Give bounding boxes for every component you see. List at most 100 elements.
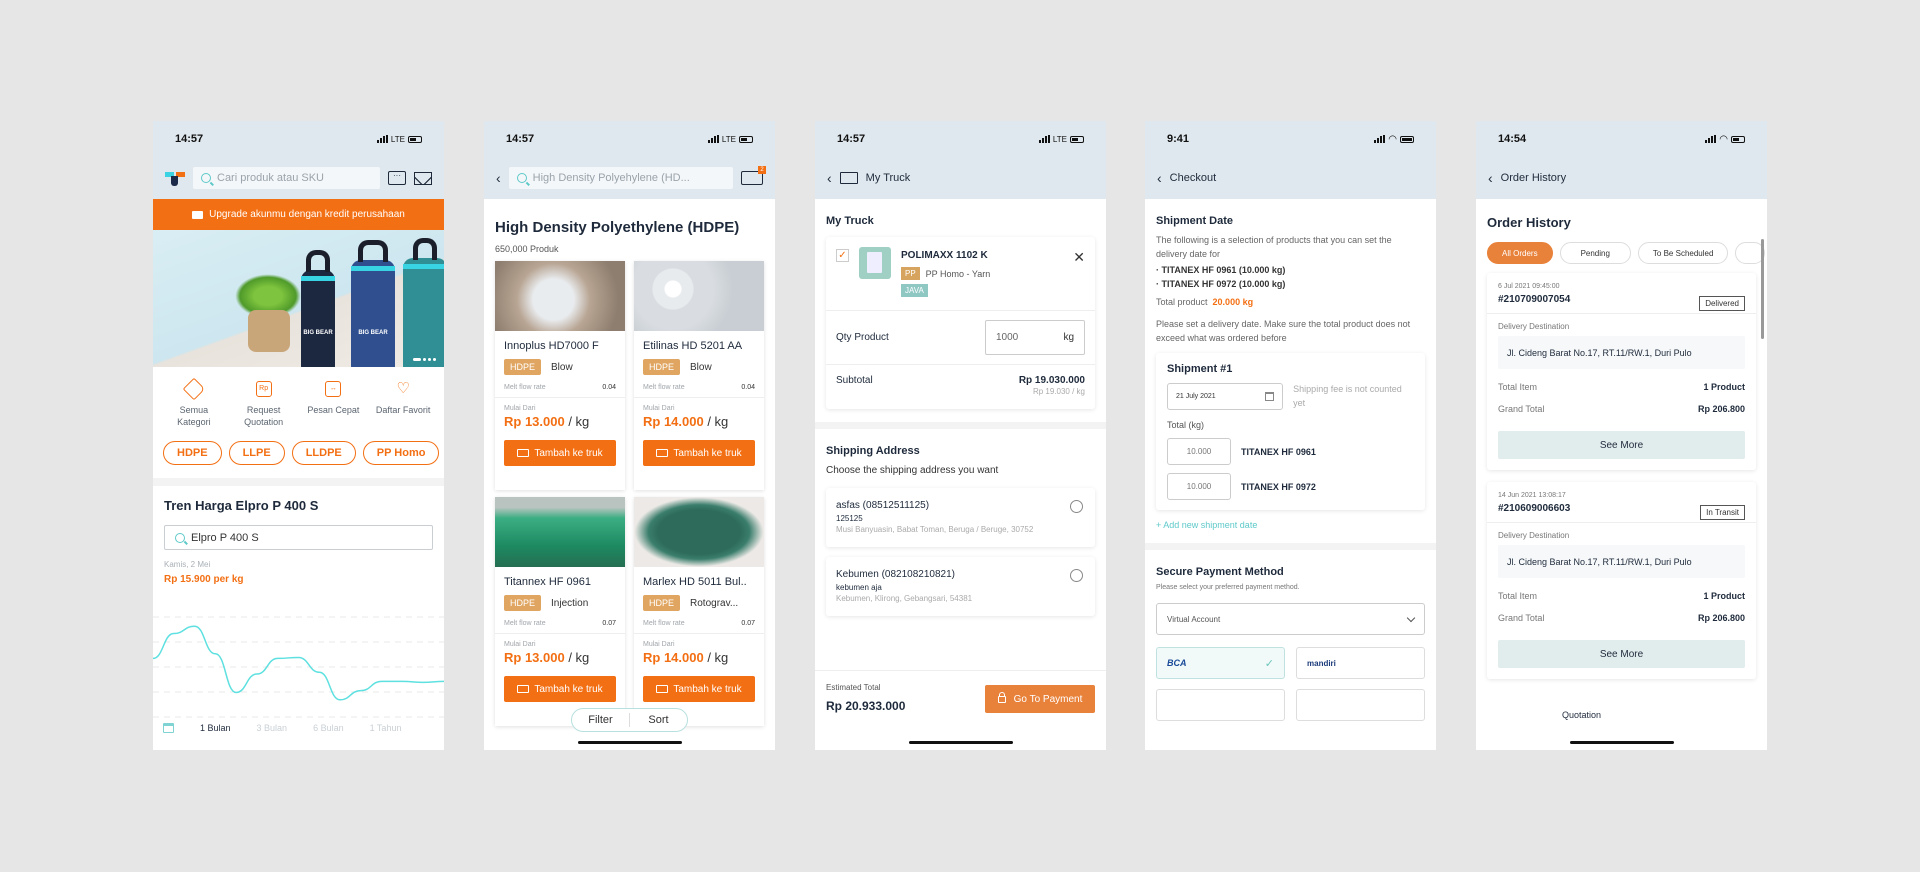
product-name: Innoplus HD7000 F	[504, 340, 599, 352]
lock-icon	[997, 691, 1006, 703]
mail-icon[interactable]	[414, 171, 432, 185]
phone-home-screen: 14:57 LTE Cari produk atau SKU ··· Upgra…	[153, 121, 444, 750]
back-icon[interactable]: ‹	[827, 170, 832, 186]
add-to-truck-button[interactable]: Tambah ke truk	[643, 676, 755, 702]
page-title: Order History	[1487, 215, 1571, 230]
add-to-truck-button[interactable]: Tambah ke truk	[504, 440, 616, 466]
product-card[interactable]: Titannex HF 0961 HDPE Injection Melt flow…	[495, 497, 625, 726]
search-icon	[201, 173, 211, 183]
heart-icon: ♡	[396, 380, 410, 397]
shipment-date-input[interactable]: 21 July 2021	[1167, 382, 1284, 410]
range-3-bulan[interactable]: 3 Bulan	[257, 723, 288, 733]
tab-pending[interactable]: Pending	[1559, 242, 1631, 264]
back-icon[interactable]: ‹	[1157, 170, 1162, 186]
phone-checkout-screen: 9:41 ◠ ‹ Checkout Shipment Date The foll…	[1145, 121, 1436, 750]
range-6-bulan[interactable]: 6 Bulan	[313, 723, 344, 733]
bank-option-bca[interactable]: BCA ✓	[1156, 647, 1285, 679]
checkout-footer: Estimated Total Rp 20.933.000 Go To Paym…	[815, 670, 1106, 750]
status-time: 14:57	[175, 133, 204, 145]
region-badge: JAVA	[901, 284, 928, 297]
banner-pot-image	[248, 310, 290, 352]
nav-title: Checkout	[1169, 172, 1217, 184]
quick-menu-request-quotation[interactable]: Rp Request Quotation	[234, 381, 294, 428]
add-to-truck-button[interactable]: Tambah ke truk	[643, 440, 755, 466]
status-bar: 9:41 ◠	[1145, 121, 1436, 157]
bottom-tab-quotation[interactable]: Quotation	[1558, 710, 1606, 720]
promo-banner[interactable]: BIG BEAR BIG BEAR	[153, 230, 444, 367]
status-badge: In Transit	[1700, 505, 1745, 520]
address-option[interactable]: Kebumen (082108210821) kebumen aja Kebum…	[826, 557, 1095, 616]
address-option[interactable]: asfas (08512511125) 125125 Musi Banyuasi…	[826, 488, 1095, 547]
product-name: Titannex HF 0961	[504, 576, 592, 588]
banner-bottle-image: BIG BEAR	[301, 250, 335, 367]
trend-title: Tren Harga Elpro P 400 S	[164, 498, 319, 513]
back-icon[interactable]: ‹	[1488, 170, 1493, 186]
add-shipment-date-link[interactable]: + Add new shipment date	[1145, 510, 1436, 530]
tab-to-be-scheduled[interactable]: To Be Scheduled	[1637, 242, 1729, 264]
type-badge: HDPE	[504, 359, 542, 375]
product-image	[634, 261, 764, 331]
truck-cart-icon[interactable]: 2	[741, 166, 766, 185]
remove-item-icon[interactable]: ✕	[1073, 249, 1085, 266]
address-radio[interactable]	[1070, 500, 1083, 513]
range-1-bulan[interactable]: 1 Bulan	[200, 723, 231, 733]
truck-header: ‹ My Truck	[815, 157, 1106, 199]
sort-button[interactable]: Sort	[630, 714, 687, 726]
quotation-icon: Rp	[255, 381, 272, 397]
tab-all-orders[interactable]: All Orders	[1487, 242, 1553, 264]
home-indicator	[577, 741, 682, 744]
quick-menu-daftar-favorit[interactable]: ♡ Daftar Favorit	[373, 381, 433, 428]
product-card[interactable]: Marlex HD 5011 Bul.. HDPE Rotograv... Mel…	[634, 497, 764, 726]
category-search-input[interactable]: High Density Polyehylene (HD...	[508, 167, 733, 189]
range-1-tahun[interactable]: 1 Tahun	[370, 723, 402, 733]
phone-category-screen: 14:57 LTE ‹ High Density Polyehylene (HD…	[484, 121, 775, 750]
chat-icon[interactable]: ···	[388, 171, 406, 185]
product-card[interactable]: Innoplus HD7000 F HDPE Blow Melt flow rat…	[495, 261, 625, 490]
qty-input[interactable]: 1000 kg	[985, 320, 1085, 355]
quick-menu-semua-kategori[interactable]: Semua Kategori	[164, 377, 224, 428]
kg-input[interactable]: 10.000	[1167, 438, 1231, 465]
filter-button[interactable]: Filter	[572, 714, 629, 726]
chip-pp-homo[interactable]: PP Homo	[362, 441, 440, 465]
add-to-truck-button[interactable]: Tambah ke truk	[504, 676, 616, 702]
order-card: 6 Jul 2021 09:45:00 #210709007054 Delive…	[1487, 273, 1756, 470]
shipping-subtitle: Choose the shipping address you want	[826, 465, 999, 476]
address-radio[interactable]	[1070, 569, 1083, 582]
see-more-button[interactable]: See More	[1498, 640, 1745, 668]
payment-method-select[interactable]: Virtual Account	[1156, 603, 1425, 635]
see-more-button[interactable]: See More	[1498, 431, 1745, 459]
shipping-fee-note: Shipping fee is not counted yet	[1293, 384, 1402, 408]
qty-label: Qty Product	[836, 332, 889, 343]
chip-lldpe[interactable]: LLDPE	[291, 441, 356, 465]
calendar-icon[interactable]	[163, 723, 174, 733]
go-to-payment-button[interactable]: Go To Payment	[985, 685, 1095, 713]
product-name: Marlex HD 5011 Bul..	[643, 576, 747, 588]
chip-hdpe[interactable]: HDPE	[163, 441, 222, 465]
chip-llpe[interactable]: LLPE	[228, 441, 285, 465]
product-card[interactable]: Etilinas HD 5201 AA HDPE Blow Melt flow r…	[634, 261, 764, 490]
bank-option[interactable]	[1296, 689, 1425, 721]
section-divider	[815, 422, 1106, 429]
quick-menu-pesan-cepat[interactable]: ↔ Pesan Cepat	[303, 381, 363, 428]
item-checkbox[interactable]: ✓	[836, 249, 849, 262]
product-bullet: · TITANEX HF 0972 (10.000 kg)	[1156, 279, 1286, 289]
back-icon[interactable]: ‹	[496, 170, 501, 186]
order-tabs: All Orders Pending To Be Scheduled	[1476, 230, 1767, 264]
trend-line	[153, 625, 444, 701]
bank-option[interactable]	[1156, 689, 1285, 721]
product-search-input[interactable]: Cari produk atau SKU	[193, 167, 380, 189]
bank-option-mandiri[interactable]: mandiri	[1296, 647, 1425, 679]
delivery-address: Jl. Cideng Barat No.17, RT.11/RW.1, Duri…	[1498, 545, 1745, 578]
product-name: Etilinas HD 5201 AA	[643, 340, 743, 352]
signal-indicator: ◠	[1705, 134, 1745, 145]
subtotal-label: Subtotal	[836, 375, 873, 386]
scrollbar[interactable]	[1761, 239, 1764, 339]
carousel-dots[interactable]	[413, 358, 436, 361]
range-selector: 1 Bulan 3 Bulan 6 Bulan 1 Tahun	[163, 723, 401, 733]
product-price: Rp 13.000 / kg	[504, 650, 590, 665]
shipping-title: Shipping Address	[826, 445, 920, 457]
phone-my-truck-screen: 14:57 LTE ‹ My Truck My Truck ✓ POLIMAXX…	[815, 121, 1106, 750]
trend-search-input[interactable]: Elpro P 400 S	[164, 525, 433, 550]
upgrade-banner[interactable]: Upgrade akunmu dengan kredit perusahaan	[153, 199, 444, 230]
kg-input[interactable]: 10.000	[1167, 473, 1231, 500]
